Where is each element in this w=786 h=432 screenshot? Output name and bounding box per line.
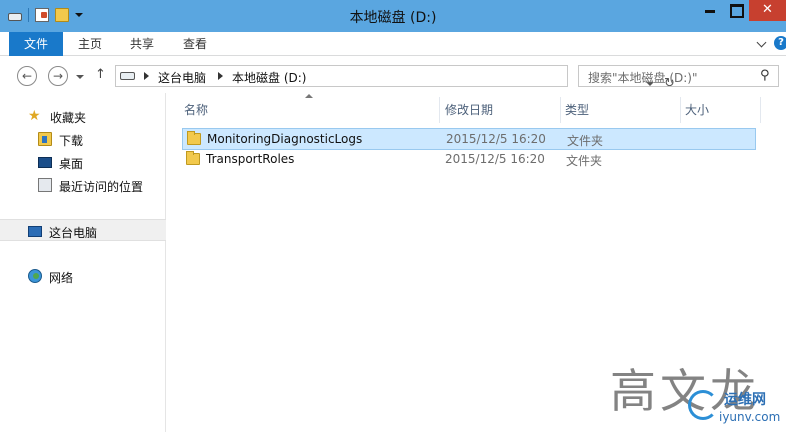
sidebar-item-label: 下载 (59, 134, 84, 148)
forward-arrow-icon[interactable]: → (48, 66, 68, 86)
up-arrow-icon[interactable]: ↑ (95, 67, 106, 82)
sidebar-item-this-pc[interactable]: 这台电脑 (0, 219, 166, 241)
help-icon[interactable]: ? (774, 36, 786, 50)
tab-file[interactable]: 文件 (9, 32, 63, 56)
search-icon[interactable]: ⚲ (760, 68, 770, 83)
sidebar-item-favorites[interactable]: ★ 收藏夹 (0, 105, 166, 127)
expand-ribbon-icon[interactable] (757, 38, 767, 48)
table-row[interactable]: MonitoringDiagnosticLogs 2015/12/5 16:20… (182, 128, 756, 150)
breadcrumb-this-pc[interactable]: 这台电脑 (158, 69, 206, 86)
sidebar-item-downloads[interactable]: 下载 (0, 128, 166, 150)
file-name: MonitoringDiagnosticLogs (207, 132, 363, 146)
back-arrow-icon[interactable]: ← (17, 66, 37, 86)
column-header-date[interactable]: 修改日期 (441, 97, 561, 123)
sidebar-item-label: 网络 (49, 271, 74, 285)
sidebar-item-recent-places[interactable]: 最近访问的位置 (0, 174, 166, 196)
column-header-size[interactable]: 大小 (681, 97, 761, 123)
title-bar: 本地磁盘 (D:) (0, 0, 786, 32)
recent-places-icon (38, 178, 52, 192)
tab-home[interactable]: 主页 (66, 32, 114, 56)
sidebar-item-label: 收藏夹 (50, 111, 87, 125)
desktop-icon (38, 157, 52, 168)
sidebar-item-label: 桌面 (59, 157, 84, 171)
computer-icon (28, 226, 42, 237)
sidebar-item-desktop[interactable]: 桌面 (0, 151, 166, 173)
table-row[interactable]: TransportRoles 2015/12/5 16:20 文件夹 (182, 149, 756, 171)
file-type: 文件夹 (566, 154, 603, 168)
breadcrumb-drive-d[interactable]: 本地磁盘 (D:) (232, 69, 306, 86)
watermark-site: 运维网 (724, 392, 766, 408)
sidebar-item-network[interactable]: 网络 (0, 265, 166, 287)
file-date: 2015/12/5 16:20 (445, 152, 545, 166)
recent-locations-icon[interactable] (76, 75, 84, 81)
maximize-button[interactable] (723, 0, 749, 21)
navigation-bar: ← → ↑ 这台电脑 本地磁盘 (D:) ↻ 搜索"本地磁盘 (D:)" ⚲ (0, 57, 786, 93)
column-header-name[interactable]: 名称 (180, 97, 440, 123)
search-input[interactable]: 搜索"本地磁盘 (D:)" ⚲ (578, 65, 779, 87)
folder-icon (187, 131, 201, 145)
folder-icon (186, 151, 200, 165)
address-bar[interactable]: 这台电脑 本地磁盘 (D:) ↻ (115, 65, 675, 91)
window-title: 本地磁盘 (D:) (349, 10, 437, 26)
watermark-logo-icon (688, 390, 718, 420)
search-placeholder: 搜索"本地磁盘 (D:)" (588, 71, 698, 85)
close-button[interactable] (749, 0, 786, 21)
tab-share[interactable]: 共享 (118, 32, 166, 56)
column-header-type[interactable]: 类型 (561, 97, 681, 123)
breadcrumb-chevron-icon[interactable] (218, 72, 223, 80)
watermark-url: iyunv.com (719, 410, 781, 424)
file-name: TransportRoles (206, 152, 295, 166)
drive-icon (120, 72, 135, 80)
minimize-button[interactable] (697, 0, 723, 21)
sidebar-item-label: 这台电脑 (49, 226, 98, 240)
file-type: 文件夹 (567, 134, 604, 148)
navigation-pane: ★ 收藏夹 下载 桌面 最近访问的位置 这台电脑 网络 (0, 93, 166, 432)
breadcrumb-chevron-icon[interactable] (144, 72, 149, 80)
tab-view[interactable]: 查看 (171, 32, 219, 56)
file-date: 2015/12/5 16:20 (446, 132, 546, 146)
downloads-folder-icon (38, 132, 52, 146)
star-icon: ★ (28, 108, 41, 124)
sidebar-item-label: 最近访问的位置 (59, 180, 144, 194)
network-icon (28, 269, 42, 283)
ribbon-tabs: 文件 主页 共享 查看 ? (0, 32, 786, 56)
